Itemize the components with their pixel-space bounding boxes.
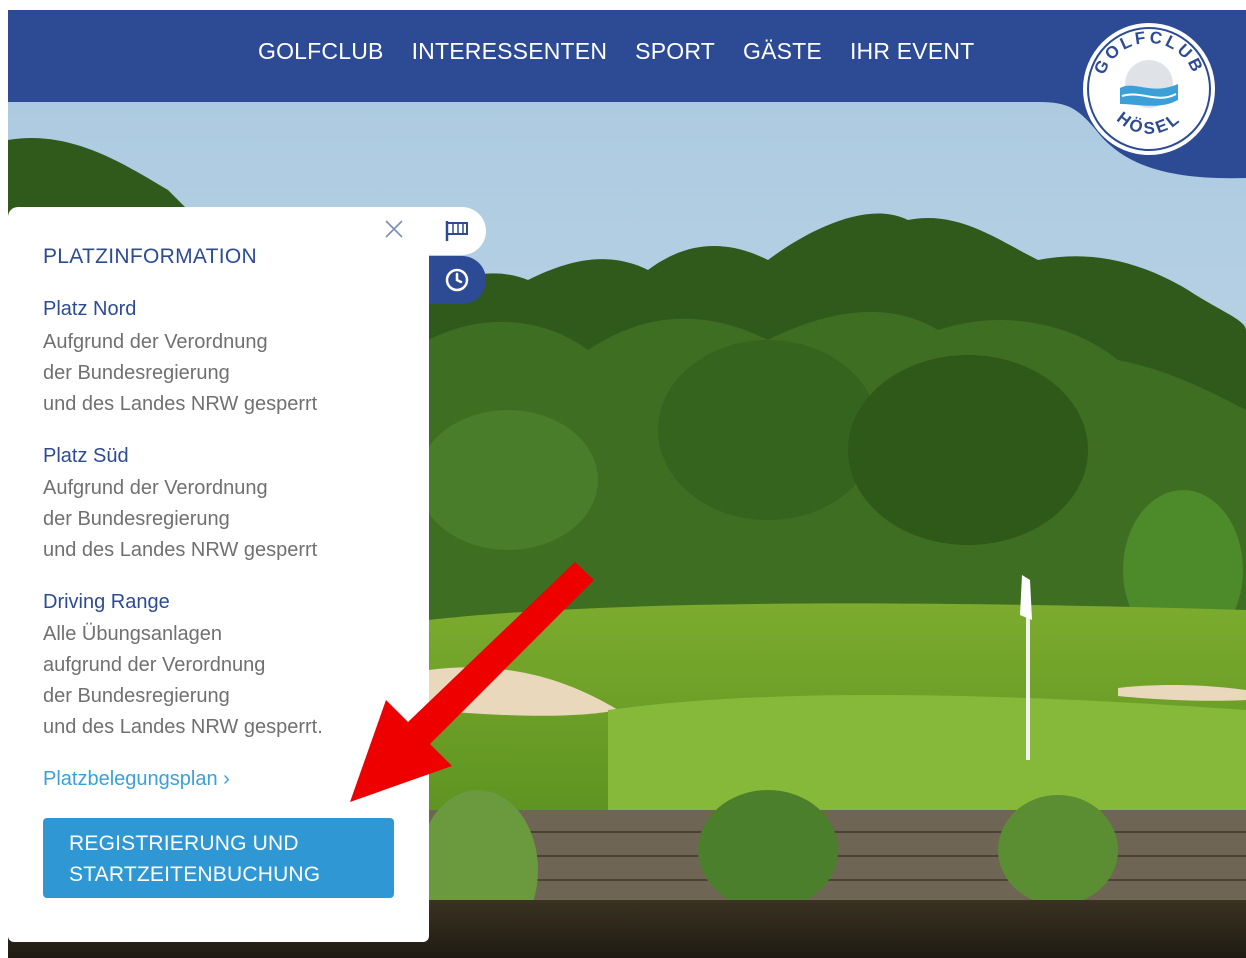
section-text-platz-sued: Aufgrund der Verordnung der Bundesregier… (43, 473, 317, 566)
text-line: aufgrund der Verordnung (43, 654, 266, 676)
golfclub-hoesel-logo[interactable]: GOLFCLUB HÖSEL (1080, 20, 1218, 158)
red-arrow-annotation (350, 562, 594, 802)
tee-times-tab[interactable] (428, 256, 486, 304)
section-title-driving-range: Driving Range (43, 591, 170, 613)
text-line: der Bundesregierung (43, 508, 230, 530)
course-info-tab[interactable] (428, 207, 486, 255)
nav-ihr-event[interactable]: IHR EVENT (850, 38, 974, 65)
flag-icon (445, 221, 468, 241)
text-line: Aufgrund der Verordnung (43, 477, 268, 499)
text-line: und des Landes NRW gesperrt. (43, 716, 323, 738)
nav-sport[interactable]: SPORT (635, 38, 715, 65)
text-line: Aufgrund der Verordnung (43, 331, 268, 353)
nav-interessenten[interactable]: INTERESSENTEN (412, 38, 608, 65)
text-line: Alle Übungsanlagen (43, 623, 223, 645)
text-line: und des Landes NRW gesperrt (43, 539, 318, 561)
text-line: der Bundesregierung (43, 362, 230, 384)
clock-icon (445, 268, 469, 292)
main-nav: GOLFCLUB INTERESSENTEN SPORT GÄSTE IHR E… (258, 38, 1002, 65)
section-text-platz-nord: Aufgrund der Verordnung der Bundesregier… (43, 327, 317, 420)
nav-gaeste[interactable]: GÄSTE (743, 38, 822, 65)
close-icon (385, 220, 403, 238)
panel-title: PLATZINFORMATION (43, 245, 258, 268)
cta-line: REGISTRIERUNG UND (69, 832, 299, 855)
text-line: der Bundesregierung (43, 685, 230, 707)
section-title-platz-nord: Platz Nord (43, 298, 137, 320)
registration-teetime-button[interactable]: REGISTRIERUNG UND STARTZEITENBUCHUNG (43, 818, 394, 898)
section-title-platz-sued: Platz Süd (43, 445, 129, 467)
nav-golfclub[interactable]: GOLFCLUB (258, 38, 384, 65)
page: GOLFCLUB INTERESSENTEN SPORT GÄSTE IHR E… (0, 0, 1246, 958)
text-line: und des Landes NRW gesperrt (43, 393, 318, 415)
section-text-driving-range: Alle Übungsanlagen aufgrund der Verordnu… (43, 619, 323, 743)
close-panel-button[interactable] (377, 212, 411, 246)
cta-line: STARTZEITENBUCHUNG (69, 863, 321, 886)
platzbelegungsplan-link[interactable]: Platzbelegungsplan › (43, 768, 230, 791)
